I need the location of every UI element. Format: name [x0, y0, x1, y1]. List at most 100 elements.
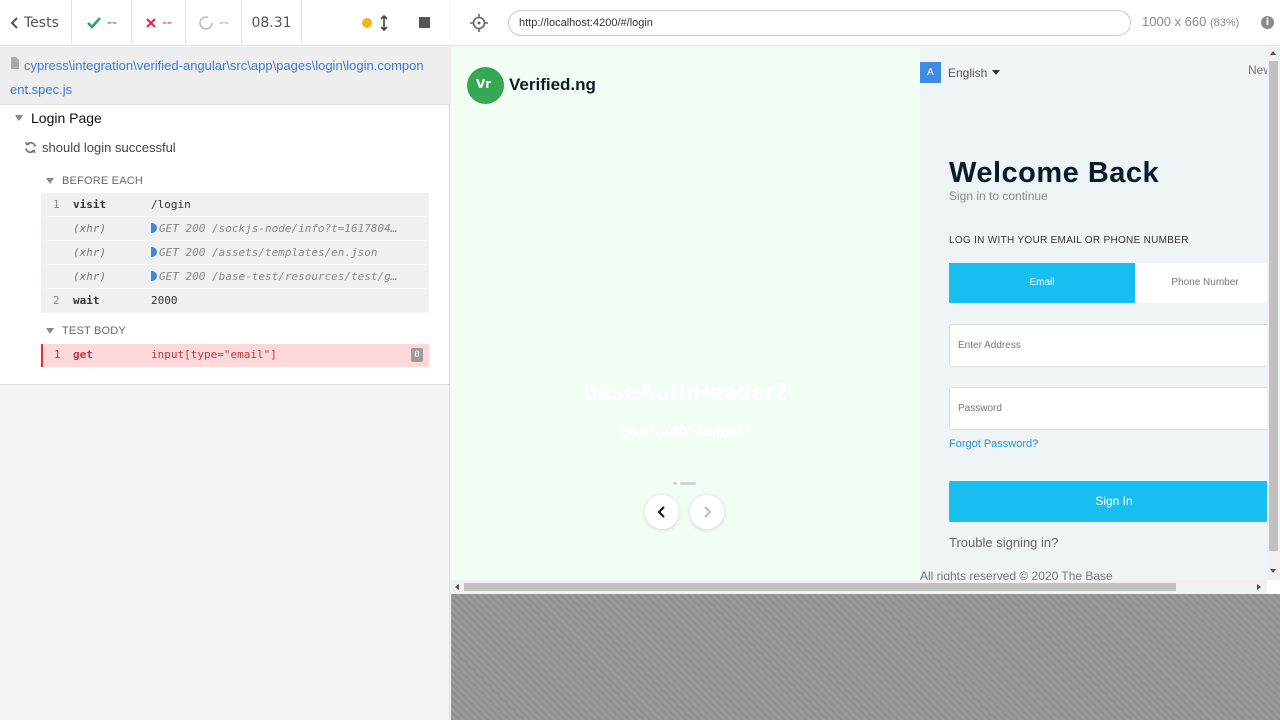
- vertical-scrollbar[interactable]: [1267, 47, 1280, 580]
- email-input[interactable]: Enter Address: [949, 324, 1279, 367]
- xhr-dot-icon: [151, 247, 157, 257]
- command-row[interactable]: (xhr) GET 200 /sockjs-node/info?t=161780…: [41, 217, 429, 241]
- test-title[interactable]: should login successful: [42, 140, 176, 155]
- command-row[interactable]: 1 visit /login: [41, 193, 429, 217]
- before-each-commands: 1 visit /login (xhr) GET 200 /sockjs-nod…: [41, 193, 429, 313]
- command-message: GET 200 /assets/templates/en.json: [151, 246, 421, 259]
- carousel-indicators: [673, 470, 699, 489]
- before-each-title[interactable]: BEFORE EACH: [62, 175, 143, 187]
- viewport-scale: (83%): [1209, 17, 1240, 29]
- command-number: 1: [54, 348, 61, 361]
- suite-title[interactable]: Login Page: [31, 110, 102, 126]
- carousel-next-button[interactable]: [690, 495, 724, 529]
- xhr-dot-icon: [151, 271, 157, 281]
- carousel-prev-button[interactable]: [645, 495, 679, 529]
- spec-file-path[interactable]: cypress\integration\verified-angular\src…: [10, 54, 430, 102]
- stop-icon[interactable]: [419, 17, 430, 28]
- command-row[interactable]: (xhr) GET 200 /base-test/resources/test/…: [41, 265, 429, 289]
- sign-in-button[interactable]: Sign In: [949, 481, 1279, 522]
- hero-heading: baseAuthHeader2: [583, 379, 788, 406]
- command-message-text: GET 200 /sockjs-node/info?t=1617804…: [159, 222, 398, 235]
- command-message: GET 200 /sockjs-node/info?t=1617804…: [151, 222, 421, 235]
- test-body-title[interactable]: TEST BODY: [62, 325, 126, 337]
- element-count-badge: 0: [411, 348, 423, 362]
- auto-scroll-indicator-icon[interactable]: [362, 18, 372, 28]
- command-name: get: [73, 348, 93, 361]
- pending-value: --: [218, 15, 230, 31]
- info-icon[interactable]: i: [1261, 16, 1274, 29]
- reporter-panel: Tests -- -- -- 08.31 cypress\integration…: [0, 0, 450, 720]
- tests-back-button[interactable]: Tests: [0, 0, 72, 46]
- aut-background: [451, 594, 1280, 720]
- hero-subtext: baseAuthSubtext2: [620, 423, 751, 440]
- scroll-right-icon[interactable]: [1257, 584, 1261, 590]
- chevron-left-icon: [657, 506, 665, 518]
- duration-value: 08.31: [251, 15, 292, 31]
- translate-icon: A: [920, 62, 941, 83]
- runnables-list: Login Page should login successful BEFOR…: [0, 105, 449, 385]
- logo-text: Verified.ng: [509, 75, 596, 94]
- suite-caret-icon[interactable]: [15, 115, 23, 121]
- command-name: (xhr): [73, 222, 107, 235]
- hook-caret-icon[interactable]: [46, 178, 54, 184]
- password-input[interactable]: Password: [949, 387, 1279, 430]
- command-message: input[type="email"]: [151, 348, 277, 361]
- command-message: 2000: [151, 294, 178, 307]
- tests-label: Tests: [24, 15, 59, 31]
- check-icon: [87, 17, 101, 29]
- language-selector[interactable]: A English: [920, 62, 1001, 83]
- command-row[interactable]: (xhr) GET 200 /assets/templates/en.json: [41, 241, 429, 265]
- welcome-subtitle: Sign in to continue: [949, 189, 1048, 203]
- viewport-info: 1000 x 660 (83%): [1142, 14, 1239, 29]
- carousel-dot-active[interactable]: [680, 482, 696, 485]
- x-icon: [146, 18, 156, 28]
- command-number: 1: [53, 198, 60, 211]
- language-label: English: [948, 65, 988, 80]
- scrollbar-thumb[interactable]: [1269, 61, 1278, 551]
- horizontal-scrollbar[interactable]: [451, 580, 1267, 594]
- spec-file-bar: cypress\integration\verified-angular\src…: [0, 47, 450, 105]
- logo-mark: Vr: [467, 67, 504, 104]
- failed-value: --: [161, 15, 173, 31]
- command-message-text: GET 200 /base-test/resources/test/g…: [159, 270, 398, 283]
- command-message: GET 200 /base-test/resources/test/g…: [151, 270, 421, 283]
- scroll-down-icon[interactable]: [1270, 569, 1276, 573]
- command-name: (xhr): [73, 246, 107, 259]
- forgot-password-link[interactable]: Forgot Password?: [949, 438, 1038, 450]
- xhr-dot-icon: [151, 223, 157, 233]
- trouble-signing-in-link[interactable]: Trouble signing in?: [949, 535, 1058, 550]
- reporter-toolbar: Tests -- -- -- 08.31: [0, 0, 450, 46]
- command-message: /login: [151, 198, 191, 211]
- url-bar[interactable]: http://localhost:4200/#/login: [508, 10, 1131, 36]
- hero-panel: Vr Verified.ng baseAuthHeader2 baseAuthS…: [451, 47, 920, 580]
- login-method-label: LOG IN WITH YOUR EMAIL OR PHONE NUMBER: [949, 235, 1189, 246]
- scroll-up-icon[interactable]: [1270, 51, 1276, 55]
- failed-command-row[interactable]: 1 get input[type="email"] 0: [41, 344, 429, 367]
- tab-email[interactable]: Email: [949, 263, 1135, 303]
- aut-iframe: Vr Verified.ng baseAuthHeader2 baseAuthS…: [451, 47, 1280, 594]
- failed-count[interactable]: --: [132, 0, 186, 46]
- command-number: 2: [53, 294, 60, 307]
- carousel-dot[interactable]: [673, 482, 677, 485]
- command-row[interactable]: 2 wait 2000: [41, 289, 429, 313]
- passed-count[interactable]: --: [72, 0, 132, 46]
- command-name: visit: [73, 198, 107, 211]
- crosshair-icon[interactable]: [469, 13, 489, 33]
- viewport-size: 1000 x 660: [1142, 14, 1207, 29]
- circle-notch-icon: [199, 16, 213, 30]
- scroll-left-icon[interactable]: [455, 584, 459, 590]
- scrollbar-thumb[interactable]: [464, 583, 1176, 591]
- passed-value: --: [106, 15, 118, 31]
- duration: 08.31: [242, 0, 302, 46]
- command-message-text: GET 200 /assets/templates/en.json: [159, 246, 378, 259]
- welcome-title: Welcome Back: [949, 157, 1160, 189]
- caret-down-icon: [992, 70, 1001, 75]
- hook-caret-icon[interactable]: [46, 328, 54, 334]
- vertical-arrows-icon[interactable]: [379, 15, 389, 31]
- pending-count[interactable]: --: [186, 0, 242, 46]
- run-controls: [302, 0, 450, 46]
- command-name: (xhr): [73, 270, 107, 283]
- aut-header: http://localhost:4200/#/login 1000 x 660…: [451, 0, 1280, 46]
- tab-phone-number[interactable]: Phone Number: [1135, 263, 1275, 303]
- logo-mark-text: Vr: [476, 77, 492, 91]
